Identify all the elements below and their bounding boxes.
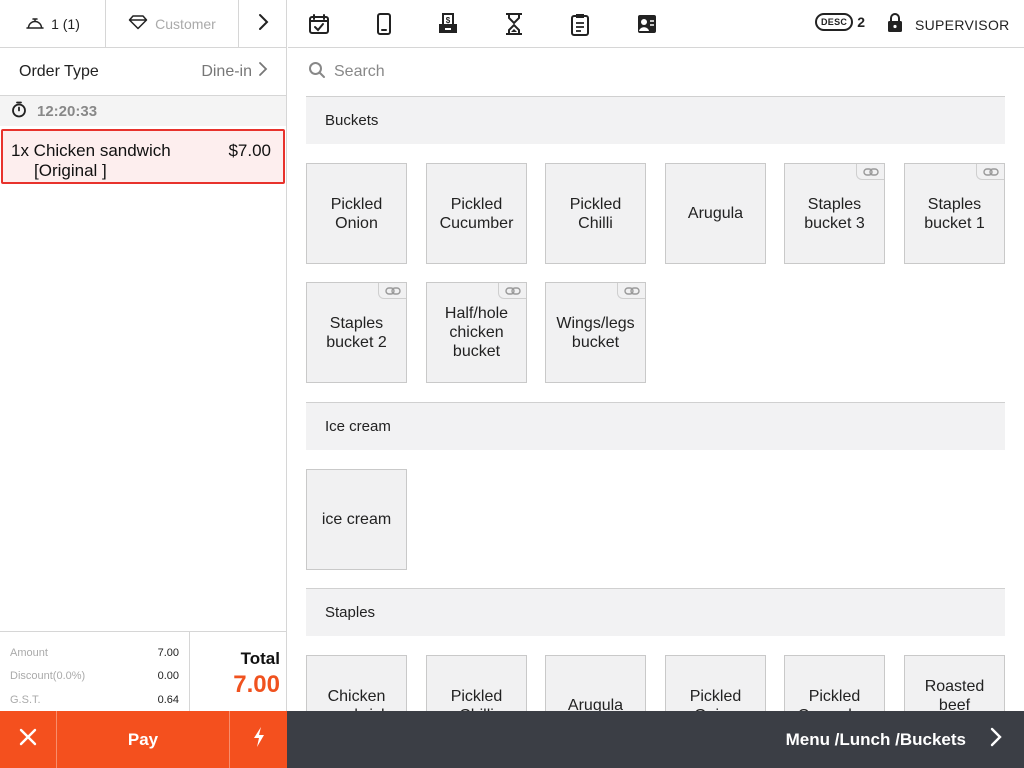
discount-row: Discount(0.0%) 0.00 [10, 665, 179, 689]
link-icon [976, 164, 1004, 180]
menu-breadcrumb-bar[interactable]: Menu /Lunch /Buckets [287, 711, 1024, 768]
amount-label: Amount [10, 646, 48, 659]
menu-item-label: Staples bucket 2 [326, 314, 387, 351]
top-toolbar: $ DESC 2 SUPERVISOR [288, 0, 1024, 48]
menu-item-tile[interactable]: Wings/legs bucket [545, 282, 646, 383]
menu-item-label: Staples bucket 3 [804, 195, 865, 232]
pay-button[interactable]: Pay [57, 711, 230, 768]
order-item-price: $7.00 [228, 141, 271, 160]
order-panel: 1 (1) Customer Order Type Dine-in 12:20:… [0, 0, 287, 768]
close-icon [19, 728, 37, 751]
user-role[interactable]: SUPERVISOR [887, 13, 1010, 36]
menu-item-label: Wings/legs bucket [556, 314, 635, 351]
desc-count: 2 [857, 14, 866, 30]
menu-item-tile[interactable]: Pickled Onion [665, 655, 766, 711]
menu-panel: $ DESC 2 SUPERVISOR Search Buckets Pickl… [288, 0, 1024, 711]
tablet-icon[interactable] [370, 10, 398, 38]
category-header[interactable]: Staples [306, 588, 1005, 636]
link-icon [856, 164, 884, 180]
staff-card-icon[interactable] [632, 10, 660, 38]
diamond-icon [128, 14, 148, 33]
order-type-row[interactable]: Order Type Dine-in [0, 48, 286, 96]
guests-count: 1 (1) [51, 15, 80, 32]
menu-item-tile[interactable]: Staples bucket 1 [904, 163, 1005, 264]
totals-section: Amount 7.00 Discount(0.0%) 0.00 G.S.T. 0… [0, 631, 287, 711]
order-type-label: Order Type [19, 62, 99, 80]
payment-bar: Pay [0, 711, 287, 768]
quick-pay-button[interactable] [230, 711, 287, 768]
amount-value: 7.00 [157, 646, 179, 659]
discount-value: 0.00 [157, 670, 179, 683]
cash-drawer-icon[interactable]: $ [434, 10, 462, 38]
chevron-right-icon [257, 13, 269, 34]
order-item-name: 1x Chicken sandwich [11, 141, 171, 160]
category-header[interactable]: Buckets [306, 96, 1005, 144]
discount-label: Discount(0.0%) [10, 670, 86, 683]
grand-total: Total 7.00 [190, 632, 287, 711]
order-line-item[interactable]: 1x Chicken sandwich $7.00 [Original ] [1, 129, 285, 184]
gst-value: 0.64 [157, 693, 179, 706]
menu-item-tile[interactable]: Roasted beef sandwich [904, 655, 1005, 711]
clipboard-icon[interactable] [566, 10, 594, 38]
customer-button[interactable]: Customer [106, 0, 239, 47]
search-input[interactable]: Search [334, 63, 385, 81]
menu-item-tile[interactable]: Arugula [545, 655, 646, 711]
menu-item-tile[interactable]: Pickled Cucumber [426, 163, 527, 264]
lightning-icon [252, 726, 266, 753]
order-timer: 12:20:33 [0, 96, 286, 126]
user-role-label: SUPERVISOR [915, 16, 1010, 33]
menu-item-tile[interactable]: Staples bucket 3 [784, 163, 885, 264]
menu-item-label: Half/hole chicken bucket [444, 305, 509, 360]
gst-label: G.S.T. [10, 693, 41, 706]
service-bell-icon [25, 13, 45, 34]
menu-item-tile[interactable]: Pickled Chilli [426, 655, 527, 711]
order-type-value-wrap: Dine-in [201, 61, 268, 82]
discount-counter[interactable]: DESC 2 [815, 13, 865, 31]
menu-item-tile[interactable]: Arugula [665, 163, 766, 264]
category-header[interactable]: Ice cream [306, 402, 1005, 450]
hourglass-icon[interactable] [500, 10, 528, 38]
stopwatch-icon [11, 101, 27, 122]
guests-button[interactable]: 1 (1) [0, 0, 106, 47]
total-value: 7.00 [233, 670, 280, 698]
chevron-right-icon [990, 727, 1002, 752]
link-icon [378, 283, 406, 299]
amount-row: Amount 7.00 [10, 641, 179, 665]
menu-item-tile[interactable]: Pickled Cucumber [784, 655, 885, 711]
timer-value: 12:20:33 [37, 102, 98, 120]
link-icon [498, 283, 526, 299]
link-icon [617, 283, 645, 299]
menu-item-label: Staples bucket 1 [924, 195, 985, 232]
menu-item-tile[interactable]: Chicken sandwich [306, 655, 407, 711]
menu-item-tile[interactable]: Staples bucket 2 [306, 282, 407, 383]
cancel-order-button[interactable] [0, 711, 57, 768]
header-next-button[interactable] [239, 0, 286, 47]
desc-badge: DESC [815, 13, 854, 31]
totals-breakdown: Amount 7.00 Discount(0.0%) 0.00 G.S.T. 0… [0, 632, 190, 711]
total-label: Total [240, 648, 280, 668]
order-header: 1 (1) Customer [0, 0, 286, 48]
menu-item-tile[interactable]: Half/hole chicken bucket [426, 282, 527, 383]
order-type-value: Dine-in [201, 62, 252, 80]
search-bar[interactable]: Search [288, 48, 1024, 96]
menu-item-tile[interactable]: ice cream [306, 469, 407, 570]
order-item-modifier: [Original ] [34, 161, 107, 180]
gst-row: G.S.T. 0.64 [10, 688, 179, 712]
menu-item-tile[interactable]: Pickled Onion [306, 163, 407, 264]
svg-text:$: $ [446, 16, 451, 25]
calendar-check-icon[interactable] [305, 10, 333, 38]
customer-placeholder: Customer [155, 15, 216, 32]
chevron-right-icon [258, 61, 268, 82]
search-icon [308, 61, 326, 84]
breadcrumb: Menu /Lunch /Buckets [785, 729, 966, 749]
lock-icon [887, 13, 903, 36]
menu-item-tile[interactable]: Pickled Chilli [545, 163, 646, 264]
